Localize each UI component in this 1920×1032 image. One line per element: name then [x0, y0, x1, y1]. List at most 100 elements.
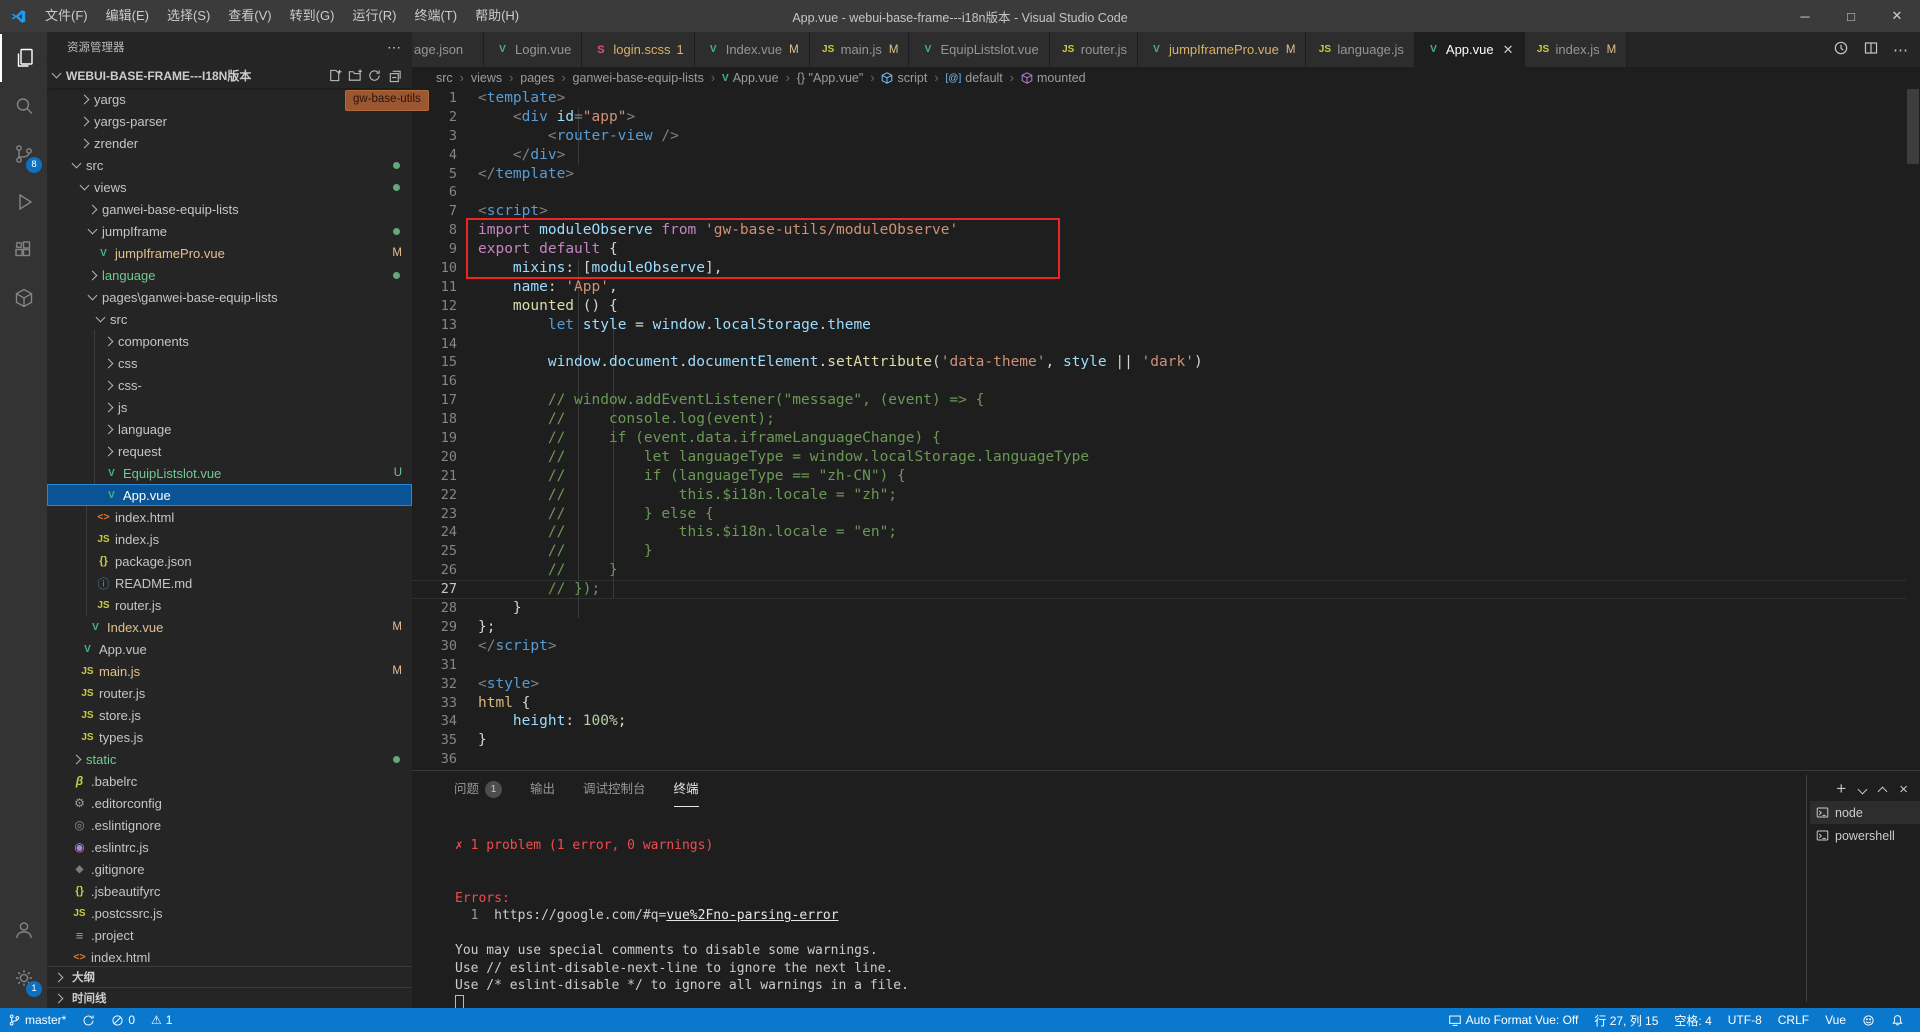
breadcrumb-item-Appvue[interactable]: VApp.vue [722, 71, 779, 85]
tree-file-store.js[interactable]: JSstore.js [47, 704, 412, 726]
tree-file-App.vue[interactable]: VApp.vue [47, 638, 412, 660]
tree-folder-language[interactable]: language [47, 264, 412, 286]
collapse-all-icon[interactable] [384, 66, 404, 84]
status-Vue[interactable]: Vue [1817, 1008, 1854, 1032]
tree-file-README.md[interactable]: ⓘREADME.md [47, 572, 412, 594]
close-panel-icon[interactable]: × [1899, 781, 1908, 798]
menu-item[interactable]: 运行(R) [343, 0, 405, 32]
tab-router.js[interactable]: JSrouter.js [1050, 32, 1138, 67]
tree-file-.jsbeautifyrc[interactable]: {}.jsbeautifyrc [47, 880, 412, 902]
status-bell[interactable] [1883, 1008, 1912, 1032]
activity-search-icon[interactable] [0, 82, 47, 130]
status-空格4[interactable]: 空格: 4 [1666, 1008, 1719, 1032]
breadcrumb-item-script[interactable]: script [881, 71, 927, 85]
split-editor-icon[interactable] [1863, 40, 1879, 59]
menu-item[interactable]: 查看(V) [219, 0, 280, 32]
status-sync[interactable] [74, 1008, 103, 1032]
sidebar-section-大纲[interactable]: 大纲 [47, 966, 412, 987]
tree-folder-zrender[interactable]: zrender [47, 132, 412, 154]
code-editor[interactable]: 1<template>2 <div id="app">3 <router-vie… [412, 89, 1920, 770]
tree-folder-jumpIframe[interactable]: jumpIframe [47, 220, 412, 242]
tree-folder-src[interactable]: src [47, 308, 412, 330]
tree-file-App.vue[interactable]: VApp.vue [47, 484, 412, 506]
breadcrumb-item-default[interactable]: [@]default [946, 71, 1003, 85]
breadcrumb-item-mounted[interactable]: mounted [1021, 71, 1086, 85]
tab-login.scss[interactable]: Slogin.scss1 [582, 32, 694, 67]
tab-language.js[interactable]: JSlanguage.js [1306, 32, 1415, 67]
tree-folder-views[interactable]: views [47, 176, 412, 198]
activity-remote-icon[interactable] [0, 274, 47, 322]
status-feedback[interactable] [1854, 1008, 1883, 1032]
new-folder-icon[interactable] [344, 66, 364, 84]
tree-file-.postcssrc.js[interactable]: JS.postcssrc.js [47, 902, 412, 924]
tree-file-index.html[interactable]: <>index.html [47, 506, 412, 528]
activity-source-control-icon[interactable]: 8 [0, 130, 47, 178]
sidebar-section-时间线[interactable]: 时间线 [47, 987, 412, 1008]
new-terminal-icon[interactable]: + [1836, 779, 1846, 799]
new-file-icon[interactable] [324, 66, 344, 84]
panel-tab-终端[interactable]: 终端 [674, 771, 699, 807]
tab-EquipListslot.vue[interactable]: VEquipListslot.vue [909, 32, 1049, 67]
status-1[interactable]: ⚠1 [143, 1008, 180, 1032]
refresh-icon[interactable] [364, 66, 384, 84]
tree-file-.eslintignore[interactable]: ◎.eslintignore [47, 814, 412, 836]
activity-account-icon[interactable] [0, 906, 47, 954]
terminal-item-powershell[interactable]: powershell [1810, 824, 1920, 847]
panel-tab-问题[interactable]: 问题1 [454, 771, 502, 807]
panel-tab-输出[interactable]: 输出 [530, 771, 555, 807]
tab-Login.vue[interactable]: VLogin.vue [484, 32, 582, 67]
breadcrumb-item-ganweibaseequiplists[interactable]: ganwei-base-equip-lists [573, 71, 704, 85]
terminal-dropdown-icon[interactable] [1858, 784, 1868, 794]
tree-file-jumpIframePro.vue[interactable]: VjumpIframePro.vueM [47, 242, 412, 264]
status-0[interactable]: 0 [103, 1008, 143, 1032]
tree-file-types.js[interactable]: JStypes.js [47, 726, 412, 748]
tab-jumpIframePro.vue[interactable]: VjumpIframePro.vueM [1138, 32, 1306, 67]
tree-folder-css[interactable]: css [47, 352, 412, 374]
tree-file-main.js[interactable]: JSmain.jsM [47, 660, 412, 682]
breadcrumb-item-Appvue[interactable]: {} "App.vue" [797, 71, 864, 85]
tree-folder-yargs-parser[interactable]: yargs-parser [47, 110, 412, 132]
status-AutoFormatVueOff[interactable]: Auto Format Vue: Off [1440, 1008, 1587, 1032]
activity-settings-icon[interactable]: 1 [0, 954, 47, 1002]
panel-tab-调试控制台[interactable]: 调试控制台 [583, 771, 646, 807]
tab-close-icon[interactable]: ✕ [1503, 42, 1514, 58]
tree-file-EquipListslot.vue[interactable]: VEquipListslot.vueU [47, 462, 412, 484]
tree-folder-pages\ganwei-base-equip-lists[interactable]: pages\ganwei-base-equip-lists [47, 286, 412, 308]
menu-item[interactable]: 终端(T) [405, 0, 466, 32]
tree-folder-js[interactable]: js [47, 396, 412, 418]
tree-folder-components[interactable]: components [47, 330, 412, 352]
activity-run-debug-icon[interactable] [0, 178, 47, 226]
breadcrumb-item-pages[interactable]: pages [520, 71, 554, 85]
status-行27列15[interactable]: 行 27, 列 15 [1586, 1008, 1666, 1032]
tree-file-index.js[interactable]: JSindex.js [47, 528, 412, 550]
status-master[interactable]: master* [0, 1008, 74, 1032]
sidebar-more-actions-icon[interactable]: ⋯ [387, 39, 402, 56]
tree-file-index.html[interactable]: <>index.html [47, 946, 412, 968]
breadcrumb-item-views[interactable]: views [471, 71, 502, 85]
tree-folder-request[interactable]: request [47, 440, 412, 462]
maximize-button[interactable]: □ [1828, 0, 1874, 32]
menu-item[interactable]: 转到(G) [281, 0, 344, 32]
activity-explorer-icon[interactable] [0, 34, 47, 82]
menu-item[interactable]: 帮助(H) [466, 0, 528, 32]
tab-index.js[interactable]: JSindex.jsM [1525, 32, 1628, 67]
tree-file-.eslintrc.js[interactable]: ◉.eslintrc.js [47, 836, 412, 858]
close-button[interactable]: ✕ [1874, 0, 1920, 32]
tree-file-.editorconfig[interactable]: ⚙.editorconfig [47, 792, 412, 814]
tree-file-router.js[interactable]: JSrouter.js [47, 682, 412, 704]
tree-file-router.js[interactable]: JSrouter.js [47, 594, 412, 616]
tree-folder-src[interactable]: src [47, 154, 412, 176]
menu-item[interactable]: 文件(F) [36, 0, 97, 32]
minimize-button[interactable]: ─ [1782, 0, 1828, 32]
breadcrumb-item-src[interactable]: src [436, 71, 453, 85]
tree-file-.gitignore[interactable]: ◆.gitignore [47, 858, 412, 880]
tab-Index.vue[interactable]: VIndex.vueM [695, 32, 810, 67]
status-UTF8[interactable]: UTF-8 [1720, 1008, 1770, 1032]
breadcrumb[interactable]: src›views›pages›ganwei-base-equip-lists›… [412, 67, 1920, 89]
tree-folder-language[interactable]: language [47, 418, 412, 440]
tab-App.vue[interactable]: VApp.vue✕ [1415, 32, 1525, 67]
explorer-section-header[interactable]: WEBUI-BASE-FRAME---I18N版本 [47, 62, 412, 88]
activity-extensions-icon[interactable] [0, 226, 47, 274]
tree-folder-ganwei-base-equip-lists[interactable]: ganwei-base-equip-lists [47, 198, 412, 220]
menu-item[interactable]: 选择(S) [158, 0, 219, 32]
